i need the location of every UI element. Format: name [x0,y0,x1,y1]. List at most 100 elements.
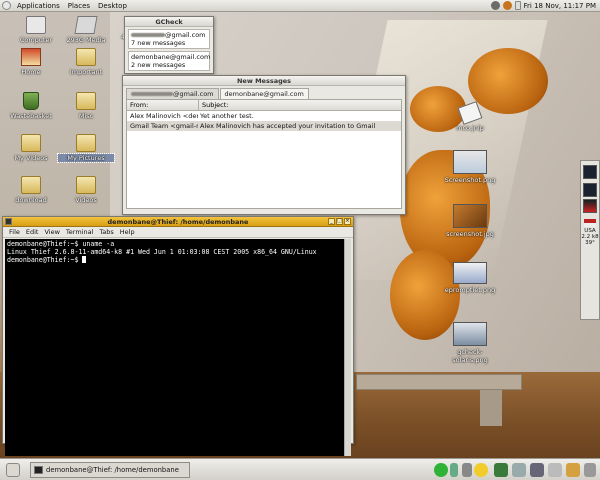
monitor-icon[interactable] [530,463,544,477]
trash-icon[interactable] [584,463,596,477]
gcheck-account-address: @gmail.com [165,31,206,39]
message-row[interactable]: Alex Malinovich <demor Yet another test. [127,111,401,121]
dock-graph [583,165,597,179]
desktop-icon-gcheck-solaris[interactable]: gcheck-solaris.png [442,322,498,364]
terminal-line: demonbane@Thief:~$ [7,256,83,265]
menu-tabs[interactable]: Tabs [99,228,113,236]
menu-view[interactable]: View [44,228,59,236]
desktop-icon-label: My Videos [14,154,48,162]
desktop-icon-misc[interactable]: Misc [58,92,114,120]
desktop-icon-label: Videos [75,196,97,204]
trash-icon [23,92,39,110]
new-messages-window: New Messages @gmail.com demonbane@gmail.… [122,75,406,215]
desktop-icon-mco-jnlp[interactable]: mco.jnlp [442,101,498,132]
column-subject[interactable]: Subject: [199,100,401,110]
close-button[interactable]: × [344,218,351,225]
folder-icon [21,134,41,152]
gnome-menu-icon[interactable] [2,1,11,10]
menu-desktop[interactable]: Desktop [94,2,131,10]
desktop-icon-label: mco.jnlp [456,124,484,132]
home-icon [21,48,41,66]
image-thumbnail-icon [453,322,487,346]
taskbar-label: demonbane@Thief: /home/demonbane [46,466,179,474]
network-icon[interactable] [548,463,562,477]
gaim-icon[interactable] [462,463,472,477]
desktop-icon-important[interactable]: Important [58,48,114,76]
image-thumbnail-icon [453,204,487,228]
volume-tray-icon[interactable] [514,1,521,10]
desktop-icon-epromptlet[interactable]: epromptlet.png [442,262,498,294]
folder-icon [76,92,96,110]
menu-applications[interactable]: Applications [13,2,64,10]
new-messages-title: New Messages [236,76,292,85]
gcheck-account-1[interactable]: @gmail.com 7 new messages [128,29,210,49]
status-green-icon[interactable] [434,463,448,477]
message-from: Gmail Team <gmail-nor [130,122,198,130]
gcheck-tray-icon[interactable] [490,1,500,10]
desktop-icon-download[interactable]: download [3,176,59,204]
pencil-icon[interactable] [494,463,508,477]
folder-icon [76,134,96,152]
desktop-icon-label: Home [21,68,41,76]
menu-places[interactable]: Places [64,2,94,10]
firefox-tray-icon[interactable] [502,1,512,10]
gcheck-account-2[interactable]: demonbane@gmail.com 2 new messages [128,51,210,71]
desktop-icon-label: gcheck-solaris.png [452,348,488,364]
column-from[interactable]: From: [127,100,199,110]
terminal-prompt-line: demonbane@Thief:~$ [7,256,343,264]
tab-account-1[interactable]: @gmail.com [126,88,219,99]
minimize-button[interactable]: _ [328,218,335,225]
desktop-icon-my-videos[interactable]: My Videos [3,134,59,162]
folder-icon [76,176,96,194]
maximize-button[interactable]: □ [336,218,343,225]
dock-graph [583,199,597,213]
terminal-scrollbar[interactable] [344,239,351,456]
desktop-icon-label: Important [69,68,103,76]
redacted-address [131,33,165,37]
menu-help[interactable]: Help [120,228,135,236]
taskbar-terminal-button[interactable]: demonbane@Thief: /home/demonbane [30,462,190,478]
menu-terminal[interactable]: Terminal [66,228,93,236]
right-dock: USA 2.2 k8 39° [580,160,600,320]
desktop-bench [356,374,522,390]
gcheck-account-status: 7 new messages [131,39,186,47]
gcheck-title: GCheck [155,17,183,26]
show-desktop-icon[interactable] [6,463,20,477]
desktop-icon-wastebasket[interactable]: Wastebasket [3,92,59,120]
menu-file[interactable]: File [9,228,20,236]
desktop-bench-leg [480,390,502,426]
new-messages-titlebar[interactable]: New Messages [123,76,405,86]
desktop-icon-label: download [15,196,47,204]
gear-icon[interactable] [512,463,526,477]
desktop-icon-my-pictures[interactable]: My Pictures [57,134,115,163]
computer-icon [26,16,46,34]
menu-edit[interactable]: Edit [26,228,39,236]
message-subject: Alex Malinovich has accepted your invita… [200,122,376,130]
desktop-icon-computer[interactable]: Computer [8,16,64,44]
desktop-icon-label: screenshot.jpg [446,230,494,238]
terminal-menubar: File Edit View Terminal Tabs Help [3,227,353,238]
desktop-icon-home[interactable]: Home [3,48,59,76]
desktop-icon-videos[interactable]: Videos [58,176,114,204]
terminal-icon [34,466,43,474]
desktop-icon-label: Computer [19,36,53,44]
top-panel: Applications Places Desktop Fri 18 Nov, … [0,0,600,12]
dock-graph [583,183,597,197]
terminal-titlebar[interactable]: demonbane@Thief: /home/demonbane _ □ × [3,217,353,227]
tab-label: demonbane@gmail.com [224,90,304,98]
terminal-output[interactable]: demonbane@Thief:~$ uname -a Linux Thief 2… [5,239,345,456]
flag-icon [584,219,596,227]
lock-icon[interactable] [566,463,580,477]
music-note-icon[interactable] [450,463,458,477]
desktop-icon-label: Wastebasket [10,112,52,120]
terminal-icon[interactable] [5,218,12,225]
desktop-icon-screenshot-png[interactable]: Screenshot.png [442,150,498,184]
tab-account-2[interactable]: demonbane@gmail.com [219,88,309,99]
text-cursor [82,256,87,264]
cd-icon[interactable] [474,463,488,477]
clock[interactable]: Fri 18 Nov, 11:17 PM [524,2,596,10]
gcheck-titlebar[interactable]: GCheck [125,17,213,27]
desktop-icon-screenshot-jpg[interactable]: screenshot.jpg [442,204,498,238]
gcheck-account-status: 2 new messages [131,61,186,69]
message-row[interactable]: Gmail Team <gmail-nor Alex Malinovich ha… [127,121,401,131]
